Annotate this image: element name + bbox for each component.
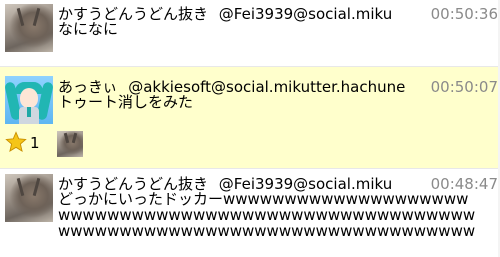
post-item[interactable]: あっきぃ @akkiesoft@social.mikutter.hachune …	[0, 67, 500, 168]
post-item[interactable]: かすうどんうどん抜き @Fei3939@social.miku 00:50:36…	[0, 0, 500, 66]
post-item[interactable]: かすうどんうどん抜き @Fei3939@social.miku 00:48:47…	[0, 169, 500, 257]
timeline: かすうどんうどん抜き @Fei3939@social.miku 00:50:36…	[0, 0, 500, 257]
favorite-count: 1	[30, 134, 40, 152]
post-text: どっかにいったドッカーwwwwwwwwwwwwwwwwwwwwwwwwwwwww…	[58, 191, 476, 241]
deer-avatar-icon[interactable]	[5, 174, 53, 222]
post-text: なになに	[58, 21, 119, 38]
post-text: トゥート消しをみた	[58, 94, 194, 111]
star-icon[interactable]	[5, 131, 27, 153]
miku-avatar-icon[interactable]	[5, 76, 53, 124]
favorited-user-avatar[interactable]	[57, 131, 83, 157]
favorites-row: 1	[5, 131, 95, 157]
deer-avatar-icon[interactable]	[5, 4, 53, 52]
